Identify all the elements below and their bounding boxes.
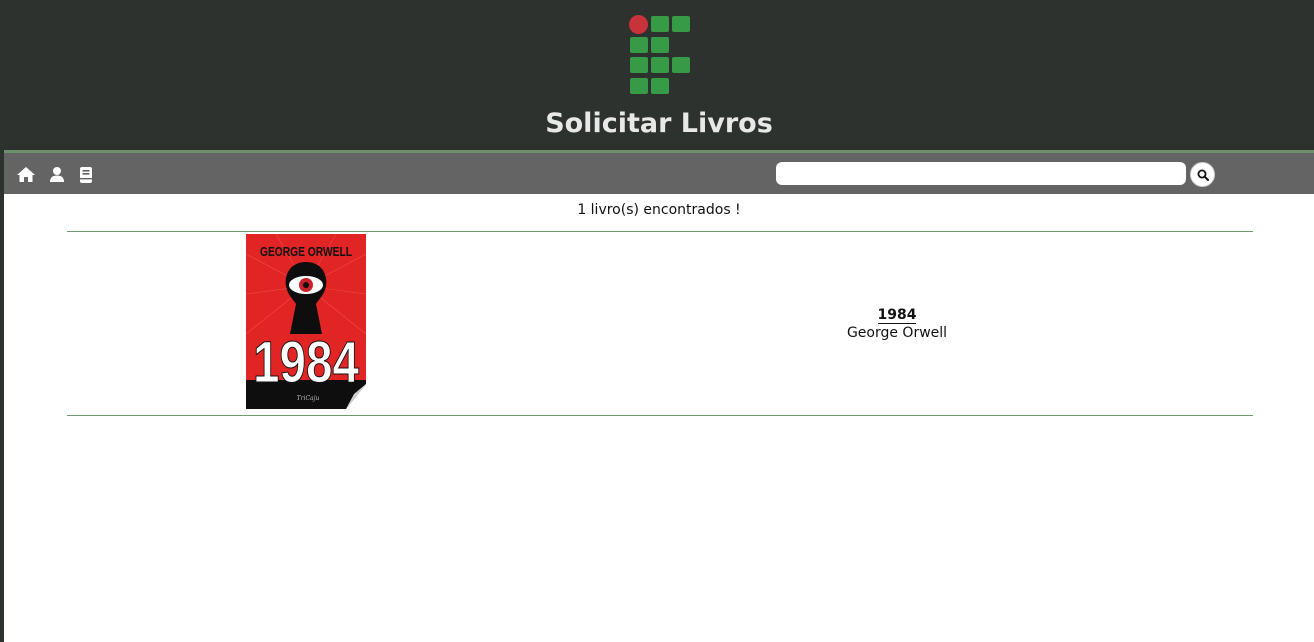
logo-square bbox=[651, 57, 669, 73]
page-title: Solicitar Livros bbox=[545, 108, 773, 139]
search-icon bbox=[1197, 169, 1209, 181]
book-title[interactable]: 1984 bbox=[877, 307, 917, 324]
results-count: 1 livro(s) encontrados ! bbox=[577, 202, 741, 218]
cover-author-text: GEORGE ORWELL bbox=[260, 244, 352, 259]
book-title-link[interactable]: 1984 bbox=[4, 306, 1314, 324]
cover-publisher-text: TriCaju bbox=[297, 395, 320, 402]
logo-square bbox=[651, 16, 669, 32]
institute-logo bbox=[629, 15, 693, 96]
logo-square bbox=[672, 16, 690, 32]
divider-top bbox=[67, 231, 1253, 232]
site-header: Solicitar Livros bbox=[4, 0, 1314, 150]
page: Solicitar Livros 1 livro(s) encontrados … bbox=[4, 0, 1314, 642]
navbar bbox=[4, 150, 1314, 194]
search-button[interactable] bbox=[1190, 162, 1215, 187]
logo-square bbox=[630, 57, 648, 73]
logo-square bbox=[651, 37, 669, 53]
logo-square bbox=[672, 57, 690, 73]
logo-square bbox=[630, 78, 648, 94]
book-icon[interactable] bbox=[76, 165, 96, 185]
home-icon[interactable] bbox=[16, 165, 36, 185]
logo-red-dot bbox=[629, 15, 648, 34]
book-author: George Orwell bbox=[846, 325, 948, 341]
logo-square bbox=[630, 37, 648, 53]
user-icon[interactable] bbox=[47, 165, 67, 185]
divider-bottom bbox=[67, 415, 1253, 416]
logo-square bbox=[651, 78, 669, 94]
search-input[interactable] bbox=[776, 162, 1186, 185]
